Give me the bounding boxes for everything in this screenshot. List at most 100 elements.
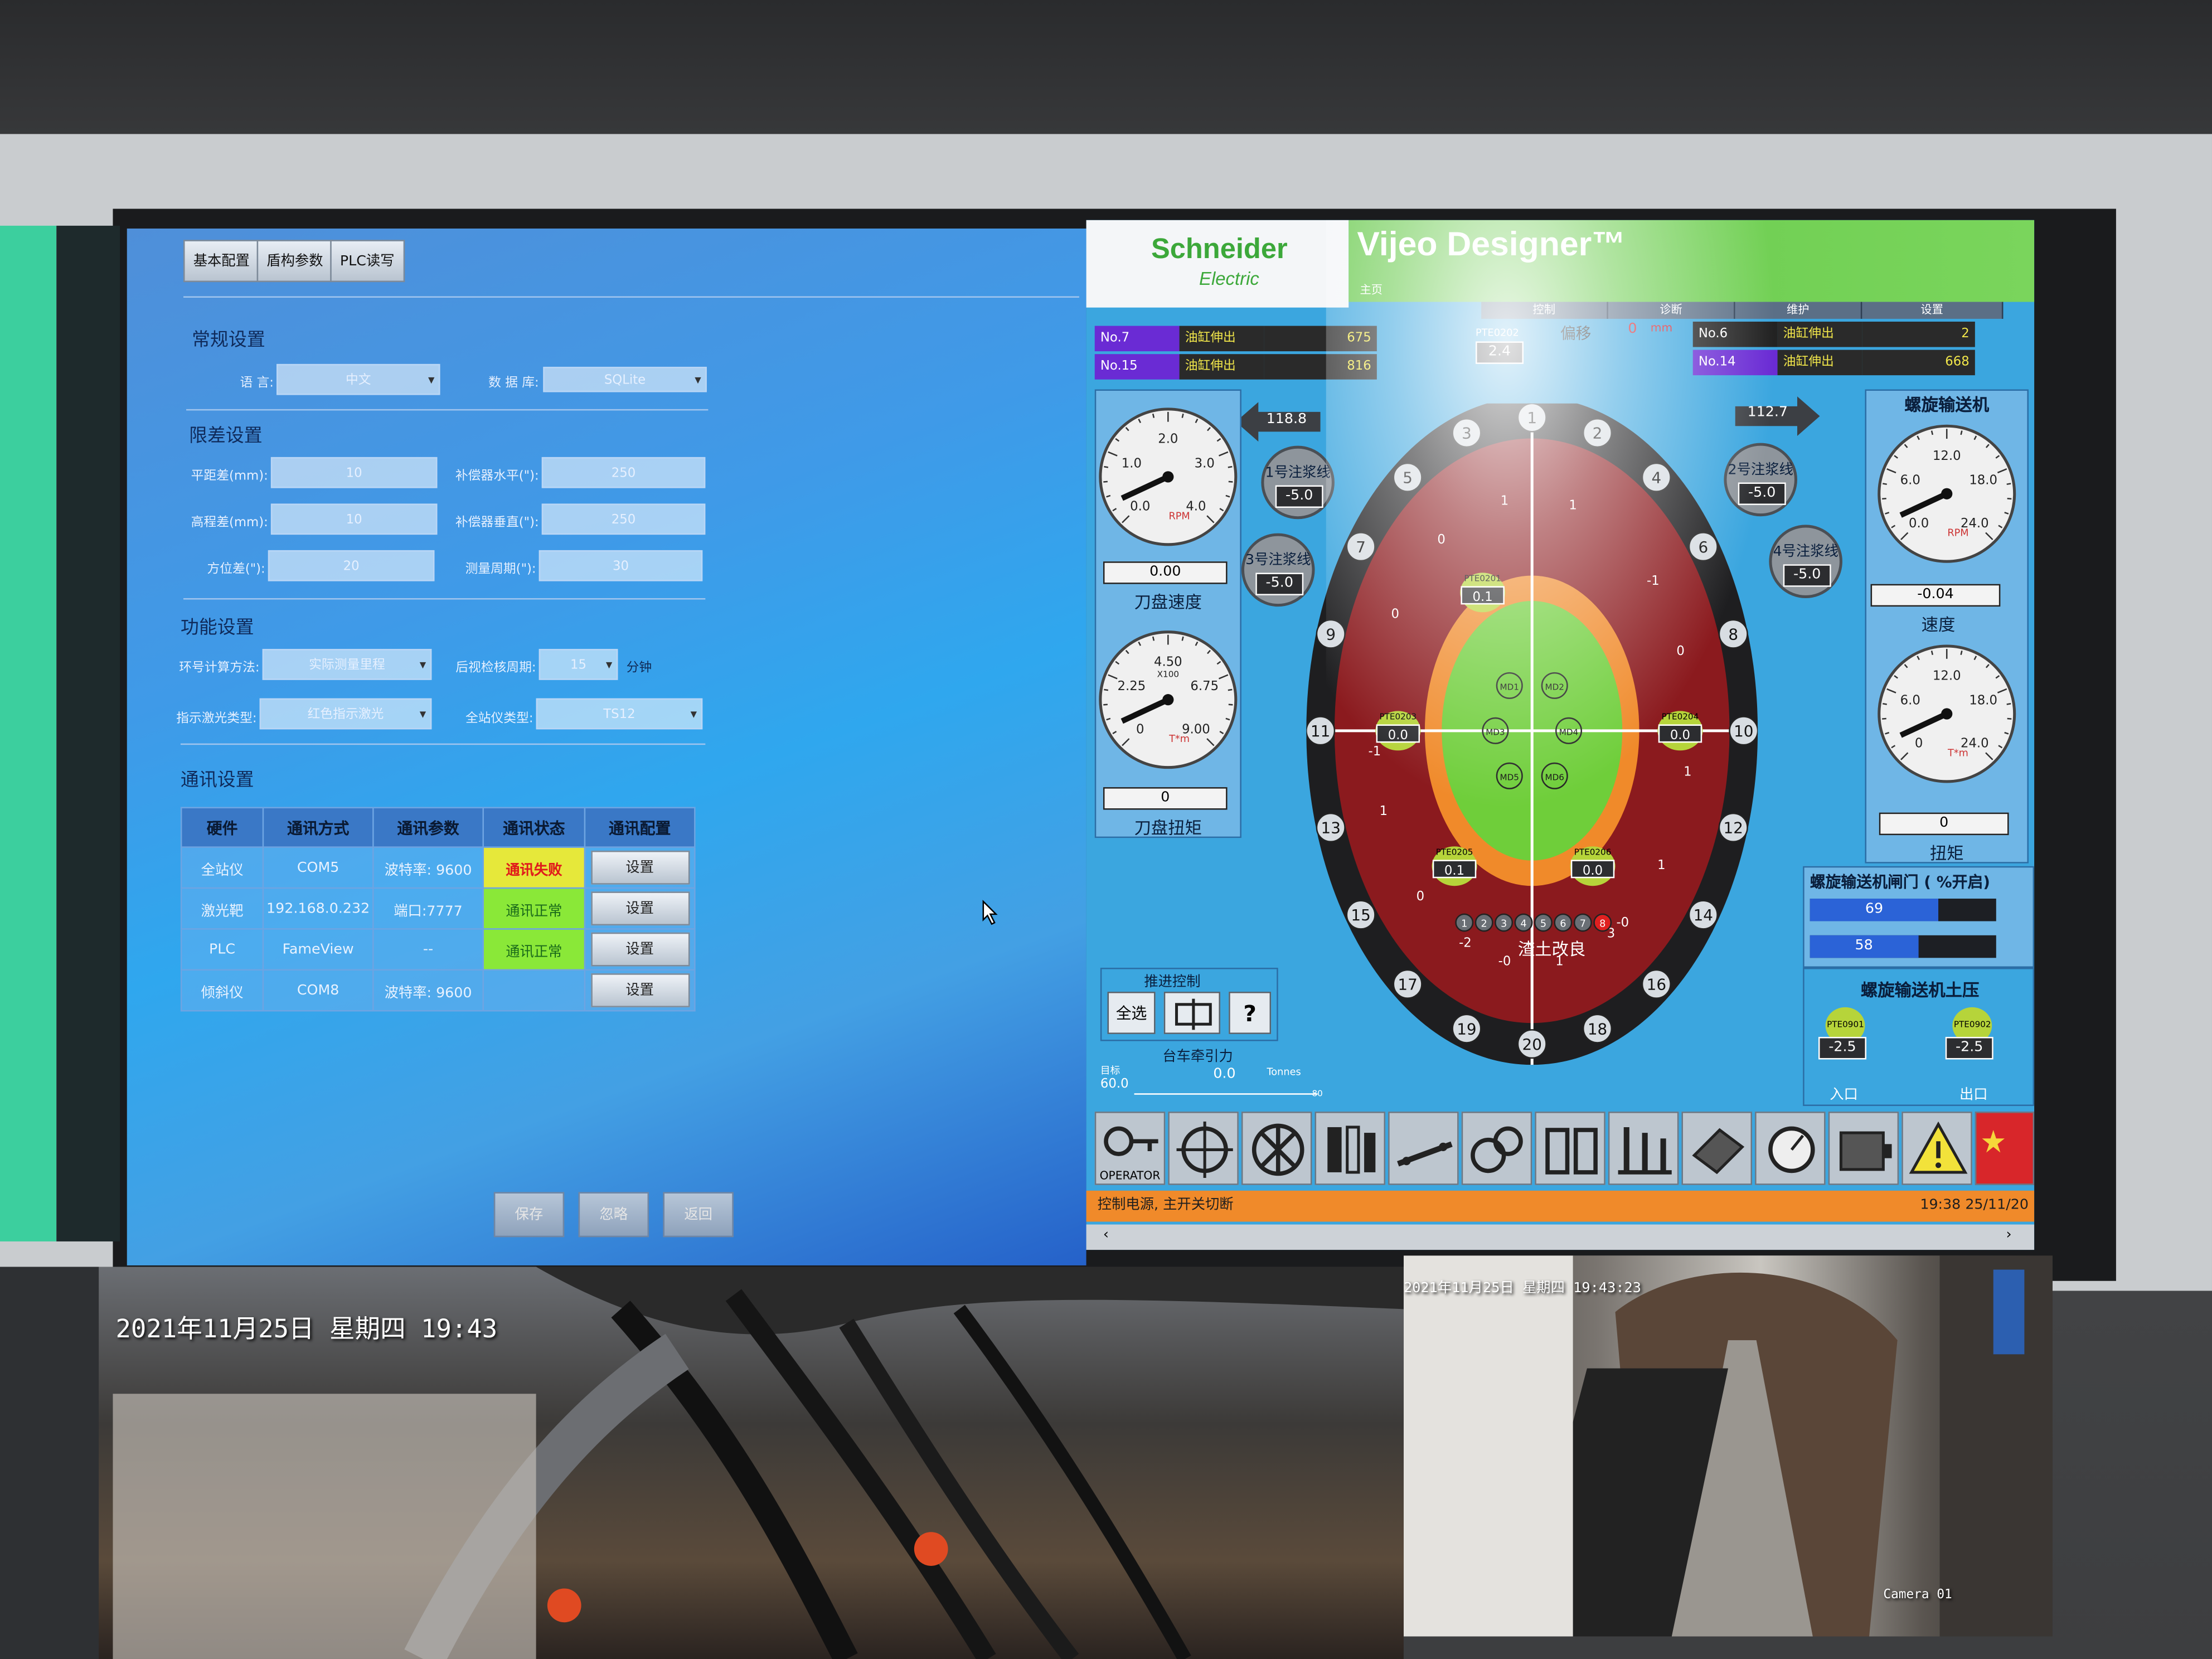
grout-tank-icon (1471, 1126, 1523, 1173)
gauge-tick (1883, 483, 1887, 485)
crosshair-button[interactable] (1168, 1112, 1239, 1185)
gauge-tick-label: 2.25 (1118, 679, 1146, 693)
segment-button[interactable] (1314, 1112, 1386, 1185)
station-type-label: 全站仪类型: (465, 712, 533, 727)
logo-electric: Electric (1199, 268, 1259, 289)
comp-h-input[interactable]: 250 (541, 457, 706, 488)
col-hardware: 硬件 (180, 807, 264, 848)
cylinder-button[interactable] (1608, 1112, 1679, 1185)
tab-shield-params[interactable]: 盾构参数 (256, 240, 333, 283)
scroll-right-icon[interactable]: › (2006, 1228, 2012, 1243)
cylinder-value: 675 (1264, 326, 1377, 352)
station-type-select[interactable]: TS12 (536, 698, 703, 731)
pressure-button[interactable] (1755, 1112, 1826, 1185)
grout-button[interactable] (1461, 1112, 1532, 1185)
col-config: 通讯配置 (584, 807, 696, 848)
gauge-hub (1941, 488, 1953, 499)
tab-basic-config[interactable]: 基本配置 (183, 240, 260, 283)
gauge-tick-label: 12.0 (1933, 669, 1961, 683)
lubrication-icon (1692, 1128, 1745, 1175)
tab-control[interactable]: 控制 (1481, 302, 1608, 319)
help-button[interactable]: ? (1229, 992, 1272, 1034)
dial-inner-mark: 1 (1501, 493, 1508, 508)
backsight-period-select[interactable]: 15 (539, 649, 618, 681)
operator-key-button[interactable]: OPERATOR (1094, 1112, 1166, 1185)
warning-icon (1909, 1121, 1968, 1174)
plane-diff-input[interactable]: 10 (270, 457, 438, 488)
tab-maintenance[interactable]: 维护 (1735, 302, 1862, 319)
adjacent-screen-edge (0, 225, 57, 1241)
key-icon (1104, 1126, 1158, 1156)
ignore-button[interactable]: 忽略 (578, 1192, 649, 1238)
gate-bar-2-fill: 58 (1810, 935, 1918, 958)
dial-inner-mark: -2 (1459, 936, 1472, 950)
alarm-button[interactable] (1901, 1112, 1972, 1185)
backsight-period-label: 后视检核周期: (455, 661, 536, 676)
period-label: 测量周期("): (465, 562, 536, 578)
lubrication-button[interactable] (1681, 1112, 1753, 1185)
height-diff-input[interactable]: 10 (270, 503, 438, 535)
gauge-hub (1162, 471, 1174, 483)
pte0202-value: 2.4 (1476, 341, 1524, 364)
cylinder-number: 3 (1462, 424, 1472, 443)
target-label: 目标 (1100, 1065, 1120, 1076)
md-label: MD5 (1500, 772, 1519, 782)
dial-inner-mark: 1 (1569, 498, 1576, 512)
screw-torque-readout: 0 (1879, 812, 2009, 836)
soil-dot-label: 2 (1481, 919, 1487, 930)
tab-diagnosis[interactable]: 诊断 (1608, 302, 1735, 319)
database-label: 数 据 库: (488, 376, 539, 391)
cutter-speed-readout: 0.00 (1103, 561, 1228, 584)
gauge-hub (1162, 694, 1174, 706)
laser-type-label: 指示激光类型: (176, 712, 257, 727)
language-flag-button[interactable] (1975, 1112, 2035, 1185)
motor-button[interactable] (1828, 1112, 1899, 1185)
status-bar: 控制电源, 主开关切断 19:38 25/11/20 (1086, 1190, 2035, 1222)
azimuth-diff-input[interactable]: 20 (268, 550, 435, 581)
select-all-button[interactable]: 全选 (1107, 992, 1156, 1034)
period-input[interactable]: 30 (539, 550, 703, 581)
period-unit: 分钟 (626, 661, 652, 676)
gauge-tick-label: 1.0 (1122, 456, 1142, 470)
cutter-speed-gauge: 0.01.02.03.04.0RPM (1099, 408, 1238, 546)
tab-plc-rw[interactable]: PLC读写 (330, 240, 405, 283)
settings-button[interactable]: 设置 (590, 850, 690, 885)
laser-type-select[interactable]: 红色指示激光 (259, 698, 432, 731)
cylinder-number: 14 (1694, 906, 1713, 924)
dial-inner-mark: 0 (1676, 644, 1684, 658)
comp-v-input[interactable]: 250 (541, 503, 706, 535)
settings-button[interactable]: 设置 (590, 891, 690, 926)
adjacent-screen-gap (56, 225, 120, 1241)
settings-button[interactable]: 设置 (590, 932, 690, 967)
ring-calc-select[interactable]: 实际测量里程 (262, 649, 432, 681)
cutterhead-button[interactable] (1241, 1112, 1312, 1185)
status-message: 控制电源, 主开关切断 (1097, 1197, 1234, 1214)
language-select[interactable]: 中文 (276, 363, 440, 396)
logo-schneider: Schneider (1151, 234, 1288, 265)
scroll-left-icon[interactable]: ‹ (1103, 1228, 1109, 1243)
table-row: 激光靶 192.168.0.232 端口:7777 通讯正常 设置 (180, 887, 696, 930)
back-button[interactable]: 返回 (663, 1192, 734, 1238)
gauge-tick (1152, 636, 1155, 641)
gauge-tick-label: 2.0 (1158, 432, 1178, 447)
gauge-tick (1152, 413, 1155, 418)
database-select[interactable]: SQLite (543, 366, 707, 394)
screw-torque-caption: 扭矩 (1929, 843, 1964, 864)
horizontal-scrollbar[interactable]: ‹ › (1086, 1224, 2035, 1250)
sensor-value: 0.1 (1444, 864, 1464, 878)
gantry-button[interactable] (1535, 1112, 1605, 1185)
config-screen: 基本配置 盾构参数 PLC读写 常规设置 语 言: 中文 数 据 库: SQLi… (127, 228, 1086, 1265)
cylinder-group-button[interactable] (1163, 992, 1220, 1034)
brand-bar: Vijeo Designer™ 主页 (1348, 220, 2035, 302)
conveyor-button[interactable] (1388, 1112, 1459, 1185)
gauge-tick (2006, 483, 2011, 485)
operator-label: OPERATOR (1099, 1169, 1161, 1182)
gauge-tick-label: 4.50 (1154, 654, 1182, 669)
screw-speed-readout: -0.04 (1870, 584, 2001, 607)
save-button[interactable]: 保存 (493, 1192, 565, 1238)
cylinder-name: 油缸伸出 (1777, 321, 1862, 347)
tab-settings[interactable]: 设置 (1862, 302, 2004, 319)
settings-button[interactable]: 设置 (590, 973, 690, 1007)
cell-param: 波特率: 9600 (372, 969, 484, 1012)
injection-3-circle: 3号注浆线 -5.0 (1241, 533, 1315, 607)
